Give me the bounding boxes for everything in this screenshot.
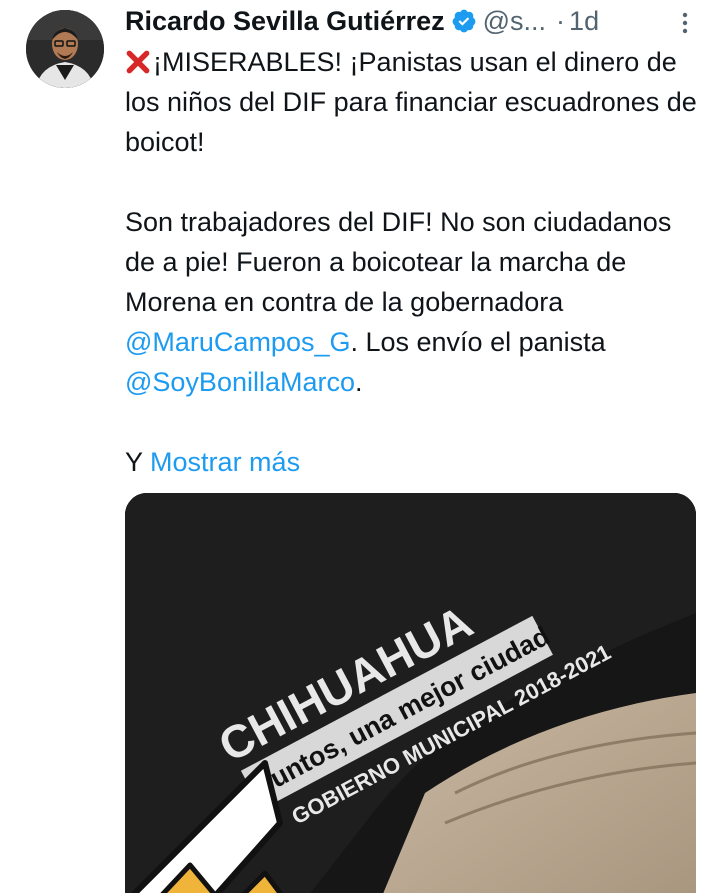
mention-link-soybonillamarco[interactable]: @SoyBonillaMarco xyxy=(125,367,355,397)
show-more-link[interactable]: Mostrar más xyxy=(150,447,300,477)
tweet-text-line1: ¡MISERABLES! ¡Panistas usan el dinero de… xyxy=(125,47,697,157)
tweet-media[interactable]: CHIHUAHUA Juntos, una mejor ciudad GOBIE… xyxy=(125,493,696,893)
tweet-text-p2-mid: . Los envío el panista xyxy=(350,327,606,357)
more-options-icon[interactable] xyxy=(673,8,697,38)
tweet-paragraph-2: Son trabajadores del DIF! No son ciudada… xyxy=(125,202,700,402)
tweet-paragraph-1: ¡MISERABLES! ¡Panistas usan el dinero de… xyxy=(125,42,700,162)
verified-badge-icon xyxy=(452,9,475,33)
tweet[interactable]: Ricardo Sevilla Gutiérrez @s... · 1d ¡MISER… xyxy=(0,0,720,893)
author-name[interactable]: Ricardo Sevilla Gutiérrez xyxy=(125,6,445,36)
tweet-text-p3: Y xyxy=(125,447,143,477)
tweet-body: ¡MISERABLES! ¡Panistas usan el dinero de… xyxy=(125,42,700,522)
tweet-header: Ricardo Sevilla Gutiérrez @s... · 1d xyxy=(125,4,715,38)
timestamp[interactable]: 1d xyxy=(569,6,599,36)
tweet-text-p2: Son trabajadores del DIF! No son ciudada… xyxy=(125,207,672,317)
separator-dot: · xyxy=(556,6,566,36)
cross-mark-emoji-icon xyxy=(126,50,150,74)
author-handle[interactable]: @s... xyxy=(483,6,546,36)
tweet-text-p2-end: . xyxy=(355,367,363,397)
tweet-paragraph-3: Y Mostrar más xyxy=(125,442,700,482)
mention-link-marucampos[interactable]: @MaruCampos_G xyxy=(125,327,350,357)
media-image: CHIHUAHUA Juntos, una mejor ciudad GOBIE… xyxy=(125,493,696,893)
avatar-image xyxy=(26,10,104,88)
avatar[interactable] xyxy=(26,10,104,88)
